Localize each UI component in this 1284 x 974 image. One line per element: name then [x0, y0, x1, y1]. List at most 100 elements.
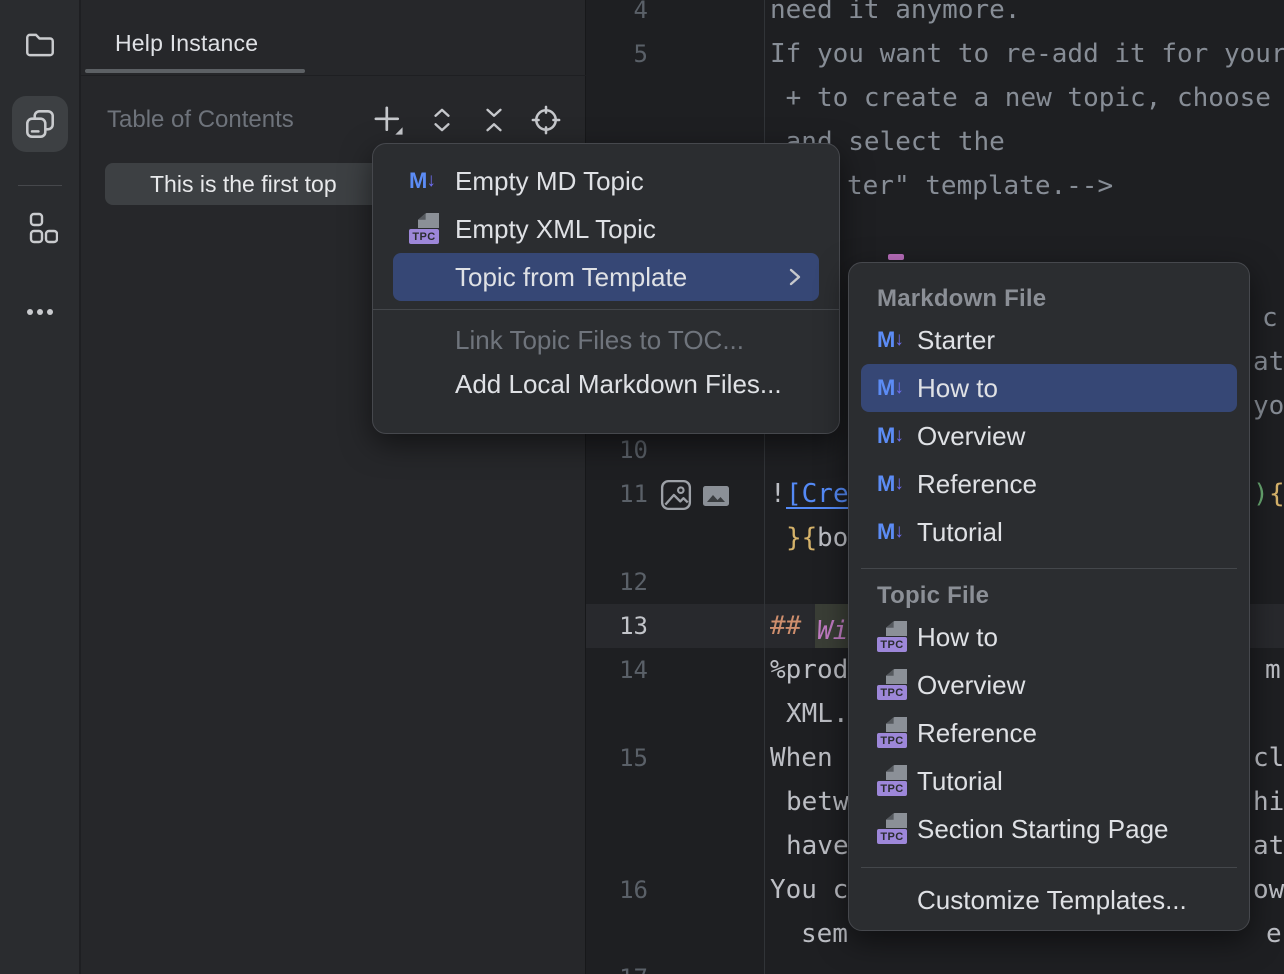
topic-from-template-submenu: Markdown FileM↓StarterM↓How toM↓Overview… [848, 262, 1250, 931]
structure-icon [22, 210, 58, 246]
line-number: 16 [586, 868, 648, 912]
locate-selection-button[interactable] [528, 102, 564, 138]
new-topic-context-menu: M↓ Empty MD Topic TPC Empty XML Topic Topic … [372, 143, 840, 434]
menu-separator [861, 867, 1237, 868]
code-fragment: have [786, 824, 849, 868]
template-menu-item-reference[interactable]: M↓ Reference [861, 460, 1237, 508]
code-fragment: betw [786, 780, 849, 824]
code-fragment: { [1269, 472, 1284, 516]
project-folder-button[interactable] [12, 17, 68, 73]
line-number: 5 [586, 32, 648, 76]
markdown-file-icon: M↓ [409, 165, 439, 197]
code-fragment: If you want to re-add it for your [770, 32, 1284, 76]
structure-button[interactable] [12, 200, 68, 256]
editor-line[interactable]: 5 If you want to re-add it for your [586, 32, 1284, 76]
tool-window-title: Help Instance [115, 30, 258, 57]
icon-spacer [409, 368, 439, 400]
code-fragment: }{ [786, 516, 817, 560]
target-icon [530, 104, 562, 136]
topic-file-icon: TPC [877, 717, 907, 749]
menu-item-label: Empty XML Topic [455, 214, 656, 245]
line-number: 13 [586, 604, 648, 648]
folder-icon [23, 28, 57, 62]
menu-item-label: Add Local Markdown Files... [455, 369, 782, 400]
menu-item-label: Reference [917, 469, 1037, 500]
code-fragment: ow [1253, 868, 1284, 912]
editor-line[interactable]: + to create a new topic, choose [586, 76, 1284, 120]
menu-item-label: Empty MD Topic [455, 166, 644, 197]
menu-item-label: Overview [917, 670, 1025, 701]
topic-file-icon: TPC [877, 765, 907, 797]
new-topic-menu-item-topic-from-template[interactable]: Topic from Template [393, 253, 819, 301]
code-fragment: ! [770, 472, 786, 516]
menu-section-header-markdown-file: Markdown File [849, 282, 1249, 316]
template-menu-item-section-starting-page[interactable]: TPC Section Starting Page [861, 805, 1237, 853]
menu-item-label: Reference [917, 718, 1037, 749]
submenu-arrow-icon [783, 266, 819, 288]
icon-spacer [409, 324, 439, 356]
menu-item-label: Tutorial [917, 766, 1003, 797]
code-fragment: c [1262, 296, 1278, 340]
code-fragment: sem [801, 912, 848, 956]
menu-item-label: Topic from Template [455, 262, 687, 293]
code-fragment: e [1266, 912, 1282, 956]
template-menu-item-overview[interactable]: TPC Overview [861, 661, 1237, 709]
topic-file-icon: TPC [877, 621, 907, 653]
template-menu-item-customize-templates[interactable]: Customize Templates... [861, 878, 1237, 922]
code-fragment: cl [1253, 736, 1284, 780]
line-number: 12 [586, 560, 648, 604]
editor-line[interactable]: 17 [586, 956, 1284, 974]
markdown-file-icon: M↓ [877, 420, 907, 452]
new-topic-menu-item-empty-xml-topic[interactable]: TPC Empty XML Topic [393, 205, 819, 253]
menu-item-label: How to [917, 622, 998, 653]
template-menu-item-tutorial[interactable]: TPC Tutorial [861, 757, 1237, 805]
topic-file-icon: TPC [409, 213, 439, 245]
rail-divider [18, 185, 62, 186]
instances-button[interactable] [12, 96, 68, 152]
template-menu-item-how-to[interactable]: M↓How to [861, 364, 1237, 412]
markdown-file-icon: M↓ [877, 324, 907, 356]
image-outline-icon[interactable] [660, 479, 692, 516]
markdown-file-icon: M↓ [877, 468, 907, 500]
toc-section-label: Table of Contents [107, 106, 294, 134]
code-fragment: [Cre [786, 472, 849, 516]
code-fragment: You c [770, 868, 848, 912]
instances-icon [22, 106, 58, 142]
new-topic-menu-item-add-local-markdown-files[interactable]: Add Local Markdown Files... [393, 362, 819, 406]
template-menu-item-reference[interactable]: TPC Reference [861, 709, 1237, 757]
line-number: 15 [586, 736, 648, 780]
header-divider [81, 75, 586, 76]
template-menu-item-tutorial[interactable]: M↓ Tutorial [861, 508, 1237, 556]
menu-item-label: Tutorial [917, 517, 1003, 548]
line-number: 14 [586, 648, 648, 692]
template-menu-item-overview[interactable]: M↓Overview [861, 412, 1237, 460]
line-number: 4 [586, 0, 648, 32]
code-fragment: ) [1253, 472, 1269, 516]
expand-all-button[interactable] [424, 102, 460, 138]
menu-separator [861, 568, 1237, 569]
code-fragment: When [770, 736, 833, 780]
code-fragment: yo [1253, 384, 1284, 428]
code-fragment: ## [770, 604, 817, 648]
more-tool-windows-button[interactable] [12, 278, 68, 334]
code-fragment: need it anymore. [770, 0, 1020, 32]
markdown-file-icon: M↓ [877, 372, 907, 404]
clipped-heading-artifact [888, 254, 904, 260]
template-menu-item-starter[interactable]: M↓Starter [861, 316, 1237, 364]
topic-file-icon: TPC [877, 813, 907, 845]
icon-spacer [877, 884, 907, 916]
topic-file-icon: TPC [877, 669, 907, 701]
markdown-file-icon: M↓ [877, 516, 907, 548]
collapse-all-button[interactable] [476, 102, 512, 138]
template-menu-item-how-to[interactable]: TPC How to [861, 613, 1237, 661]
line-number: 11 [586, 472, 648, 516]
editor-line[interactable]: 4 need it anymore. [586, 0, 1284, 32]
menu-item-label: Section Starting Page [917, 814, 1169, 845]
image-filled-icon[interactable] [702, 482, 730, 515]
new-topic-menu-item-link-topic-files-to-toc[interactable]: Link Topic Files to TOC... [393, 318, 819, 362]
code-fragment: m [1265, 648, 1281, 692]
add-topic-button[interactable] [370, 102, 406, 138]
collapse-all-icon [479, 105, 509, 135]
new-topic-menu-item-empty-md-topic[interactable]: M↓ Empty MD Topic [393, 157, 819, 205]
code-fragment: hi [1253, 780, 1284, 824]
